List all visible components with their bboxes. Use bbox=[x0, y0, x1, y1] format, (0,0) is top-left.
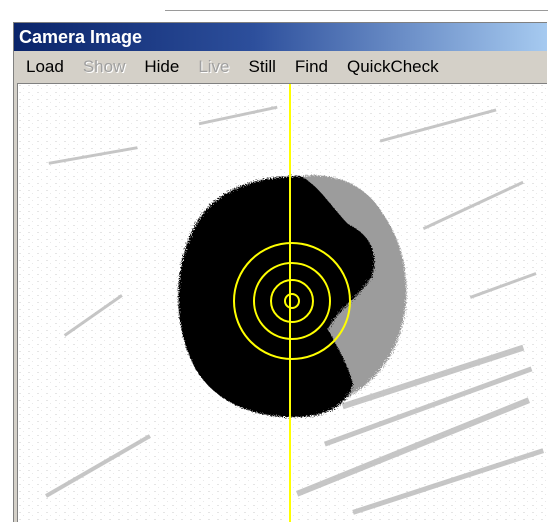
window-titlebar[interactable]: Camera Image bbox=[14, 23, 547, 51]
menu-bar: Load Show Hide Live Still Find QuickChec… bbox=[14, 51, 547, 83]
menu-item-show: Show bbox=[82, 57, 126, 76]
menu-item-hide[interactable]: Hide bbox=[144, 57, 179, 77]
window-title: Camera Image bbox=[19, 27, 143, 47]
menu-item-find[interactable]: Find bbox=[295, 57, 328, 77]
camera-image-window: Camera Image Load Show Hide Live Still F… bbox=[13, 22, 547, 522]
menu-item-live: Live bbox=[198, 57, 230, 76]
top-divider-line bbox=[165, 10, 548, 11]
menu-item-still[interactable]: Still bbox=[249, 57, 276, 77]
camera-image-canvas[interactable] bbox=[17, 83, 547, 522]
camera-image-svg bbox=[18, 84, 547, 522]
menu-item-quickcheck[interactable]: QuickCheck bbox=[347, 57, 439, 77]
menu-item-load[interactable]: Load bbox=[26, 57, 64, 77]
